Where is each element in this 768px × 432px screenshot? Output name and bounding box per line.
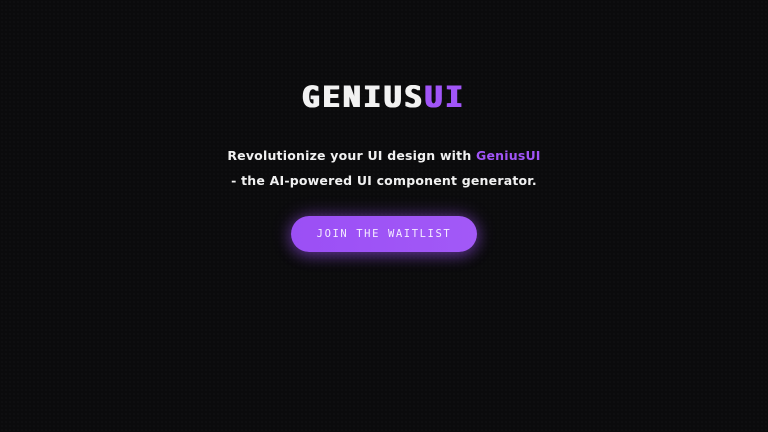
logo-text-genius: GENIUS bbox=[302, 80, 425, 114]
tagline-line-1: Revolutionize your UI design with Genius… bbox=[0, 143, 768, 168]
tagline-prefix: Revolutionize your UI design with bbox=[227, 148, 476, 163]
join-waitlist-button[interactable]: JOIN THE WAITLIST bbox=[291, 216, 477, 252]
join-waitlist-label: JOIN THE WAITLIST bbox=[316, 228, 452, 240]
tagline: Revolutionize your UI design with Genius… bbox=[0, 143, 768, 193]
landing-page: GENIUSUI Revolutionize your UI design wi… bbox=[0, 0, 768, 432]
logo: GENIUSUI bbox=[0, 81, 768, 113]
tagline-brand: GeniusUI bbox=[476, 148, 541, 163]
logo-text-ui: UI bbox=[424, 80, 466, 114]
tagline-line-2: - the AI-powered UI component generator. bbox=[231, 173, 537, 188]
